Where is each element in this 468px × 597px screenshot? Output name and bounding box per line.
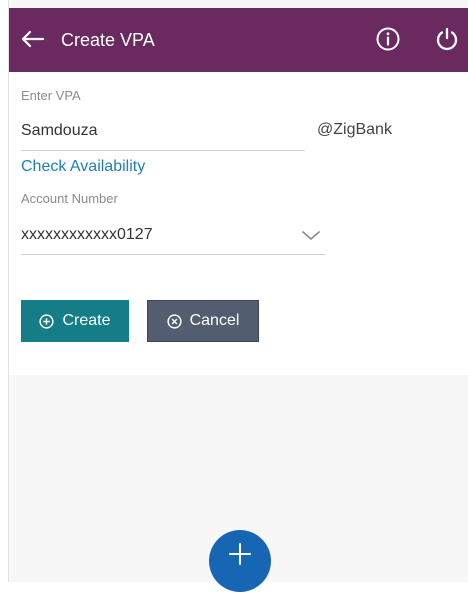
- info-icon[interactable]: [375, 26, 401, 52]
- vpa-input[interactable]: [21, 120, 301, 142]
- power-icon[interactable]: [433, 25, 461, 53]
- plus-icon: [229, 543, 251, 565]
- account-number-label: Account Number: [21, 191, 118, 206]
- chevron-down-icon[interactable]: [301, 229, 321, 241]
- close-circle-icon: [166, 313, 182, 329]
- check-availability-link[interactable]: Check Availability: [21, 158, 145, 176]
- add-fab-button[interactable]: [209, 530, 271, 592]
- vpa-domain-suffix: @ZigBank: [317, 121, 392, 138]
- app-frame: Create VPA Enter VPA @ZigBank Check Avai…: [8, 0, 468, 592]
- account-underline: [21, 254, 325, 255]
- app-header: Create VPA: [9, 8, 468, 72]
- vpa-label: Enter VPA: [21, 88, 81, 103]
- cancel-button-label: Cancel: [189, 312, 240, 329]
- create-button[interactable]: Create: [21, 300, 129, 342]
- cancel-button[interactable]: Cancel: [147, 300, 259, 342]
- create-vpa-form: Enter VPA @ZigBank Check Availability Ac…: [9, 72, 468, 375]
- account-number-select[interactable]: xxxxxxxxxxxx0127: [21, 226, 153, 244]
- back-arrow-icon[interactable]: [19, 24, 49, 54]
- vpa-underline: [21, 150, 305, 151]
- create-button-label: Create: [62, 312, 111, 329]
- page-title: Create VPA: [61, 30, 155, 50]
- plus-circle-icon: [39, 313, 55, 329]
